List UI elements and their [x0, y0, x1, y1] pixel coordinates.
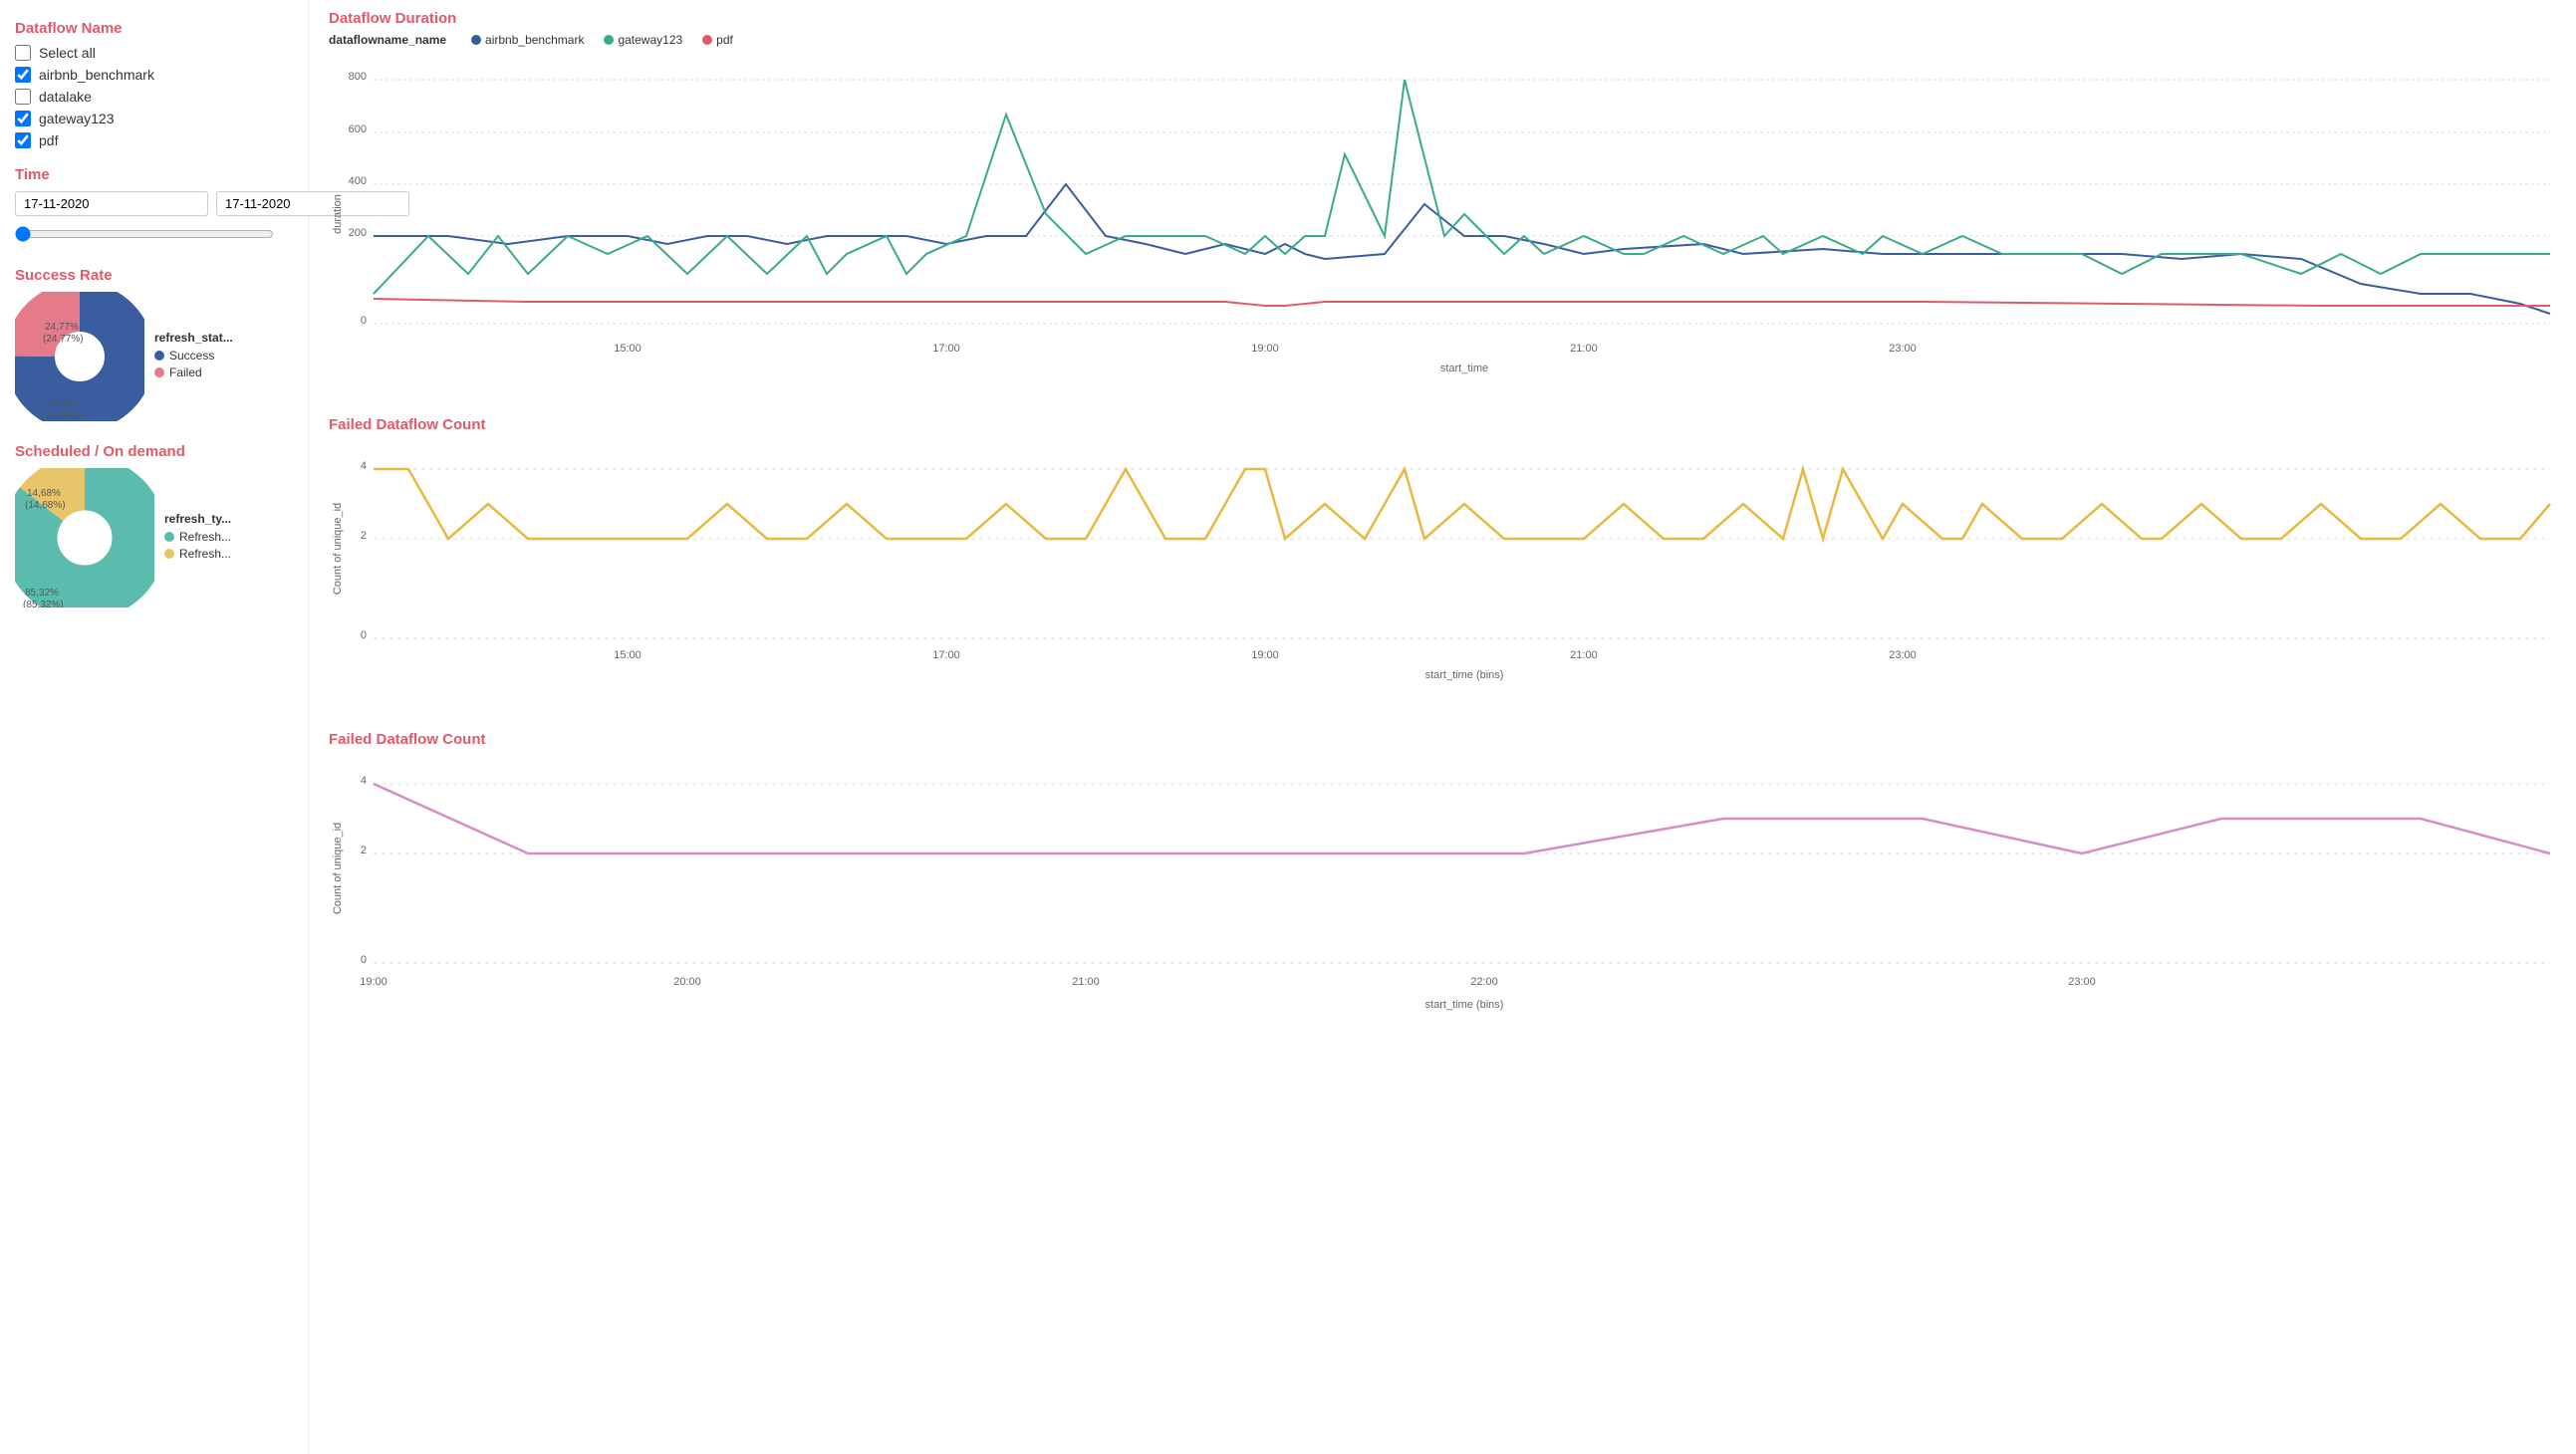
scheduled-section-title: Scheduled / On demand [15, 443, 293, 460]
pdf-legend-label: pdf [716, 33, 733, 47]
time-slider[interactable] [15, 226, 274, 242]
checkbox-datalake[interactable]: datalake [15, 89, 293, 105]
svg-text:23:00: 23:00 [2068, 976, 2096, 988]
success-percent-label2: (75,23%) [41, 410, 82, 421]
success-label: Success [169, 349, 214, 363]
svg-text:22:00: 22:00 [1470, 976, 1498, 988]
scheduled-legend-item-refresh2: Refresh... [164, 547, 231, 561]
success-legend-title: refresh_stat... [154, 331, 233, 345]
svg-text:600: 600 [349, 123, 367, 135]
duration-chart-legend: dataflowname_name airbnb_benchmark gatew… [329, 33, 2560, 47]
failed-count-chart-block: Failed Dataflow Count 4 2 0 Count of uni… [329, 416, 2560, 701]
sched-small-percent: 14,68% [27, 488, 61, 499]
scheduled-legend-title: refresh_ty... [164, 512, 231, 526]
refresh2-dot [164, 549, 174, 559]
checkbox-gateway123-label: gateway123 [39, 111, 115, 126]
checkbox-pdf[interactable]: pdf [15, 132, 293, 148]
time-start-input[interactable] [15, 191, 208, 216]
svg-text:Count of unique_id: Count of unique_id [332, 823, 344, 914]
svg-text:21:00: 21:00 [1570, 343, 1598, 355]
pdf-legend-dot [702, 35, 712, 45]
sched-large-percent2: (85,32%) [23, 600, 64, 607]
svg-text:400: 400 [349, 175, 367, 187]
svg-text:15:00: 15:00 [614, 649, 642, 661]
success-dot [154, 351, 164, 361]
svg-text:0: 0 [361, 315, 367, 327]
gateway123-legend-label: gateway123 [618, 33, 682, 47]
airbnb-legend-dot [471, 35, 481, 45]
scheduled-pie-chart: 14,68% (14,68%) 85,32% (85,32%) [15, 468, 154, 607]
svg-text:0: 0 [361, 629, 367, 641]
failed-percent-label: 24,77% [45, 322, 79, 333]
legend-gateway123: gateway123 [604, 33, 682, 47]
scheduled-legend-item-refresh1: Refresh... [164, 530, 231, 544]
checkbox-select-all-label: Select all [39, 45, 96, 61]
svg-text:23:00: 23:00 [1889, 649, 1917, 661]
checkbox-datalake-input[interactable] [15, 89, 31, 105]
svg-text:start_time (bins): start_time (bins) [1425, 669, 1504, 681]
svg-text:19:00: 19:00 [360, 976, 387, 988]
duration-chart-block: Dataflow Duration dataflowname_name airb… [329, 10, 2560, 386]
svg-text:0: 0 [361, 954, 367, 966]
success-percent-label: 75,23% [43, 398, 77, 409]
checkbox-airbnb-label: airbnb_benchmark [39, 67, 154, 83]
svg-text:2: 2 [361, 845, 367, 856]
success-legend-item-failed: Failed [154, 365, 233, 379]
failed-count2-chart-svg: 4 2 0 Count of unique_id 19:00 20:00 21:… [329, 754, 2560, 1033]
svg-text:17:00: 17:00 [932, 343, 960, 355]
sched-large-percent: 85,32% [25, 588, 59, 599]
sched-small-percent2: (14,68%) [25, 500, 66, 511]
success-rate-title: Success Rate [15, 267, 293, 284]
duration-chart-svg: 800 600 400 200 0 duration 15:00 17:00 1… [329, 55, 2560, 383]
checkbox-datalake-label: datalake [39, 89, 92, 105]
failed-count2-chart-block: Failed Dataflow Count 4 2 0 Count of uni… [329, 731, 2560, 1036]
svg-text:start_time (bins): start_time (bins) [1425, 999, 1504, 1011]
checkbox-gateway123[interactable]: gateway123 [15, 111, 293, 126]
svg-text:17:00: 17:00 [932, 649, 960, 661]
duration-chart-title: Dataflow Duration [329, 10, 2560, 27]
gateway123-legend-dot [604, 35, 614, 45]
svg-text:200: 200 [349, 227, 367, 239]
success-legend-item-success: Success [154, 349, 233, 363]
svg-text:19:00: 19:00 [1251, 343, 1279, 355]
failed-label: Failed [169, 365, 202, 379]
success-pie-chart: 24,77% (24,77%) 75,23% (75,23%) [15, 292, 144, 421]
success-legend: refresh_stat... Success Failed [154, 331, 233, 382]
svg-text:800: 800 [349, 71, 367, 83]
dataflow-section-title: Dataflow Name [15, 20, 293, 37]
checkbox-gateway123-input[interactable] [15, 111, 31, 126]
svg-text:15:00: 15:00 [614, 343, 642, 355]
checkbox-select-all[interactable]: Select all [15, 45, 293, 61]
svg-text:Count of unique_id: Count of unique_id [332, 503, 344, 595]
time-section-title: Time [15, 166, 293, 183]
failed-dot [154, 367, 164, 377]
svg-text:23:00: 23:00 [1889, 343, 1917, 355]
svg-text:2: 2 [361, 530, 367, 542]
failed-percent-label2: (24,77%) [43, 334, 84, 345]
scheduled-legend: refresh_ty... Refresh... Refresh... [164, 512, 231, 564]
svg-text:4: 4 [361, 460, 367, 472]
svg-text:4: 4 [361, 775, 367, 787]
svg-text:20:00: 20:00 [673, 976, 701, 988]
svg-text:duration: duration [332, 194, 344, 234]
svg-text:19:00: 19:00 [1251, 649, 1279, 661]
refresh1-dot [164, 532, 174, 542]
checkbox-pdf-input[interactable] [15, 132, 31, 148]
checkbox-airbnb[interactable]: airbnb_benchmark [15, 67, 293, 83]
checkbox-pdf-label: pdf [39, 132, 58, 148]
legend-pdf: pdf [702, 33, 733, 47]
airbnb-legend-label: airbnb_benchmark [485, 33, 584, 47]
duration-legend-label: dataflowname_name [329, 33, 446, 47]
legend-airbnb: airbnb_benchmark [471, 33, 584, 47]
failed-count-chart-svg: 4 2 0 Count of unique_id 15:00 17:00 19:… [329, 439, 2560, 698]
refresh1-label: Refresh... [179, 530, 231, 544]
failed-count-chart-title: Failed Dataflow Count [329, 416, 2560, 433]
svg-text:start_time: start_time [1440, 363, 1488, 374]
checkbox-select-all-input[interactable] [15, 45, 31, 61]
svg-text:21:00: 21:00 [1072, 976, 1100, 988]
svg-text:21:00: 21:00 [1570, 649, 1598, 661]
checkbox-airbnb-input[interactable] [15, 67, 31, 83]
refresh2-label: Refresh... [179, 547, 231, 561]
failed-count2-chart-title: Failed Dataflow Count [329, 731, 2560, 748]
